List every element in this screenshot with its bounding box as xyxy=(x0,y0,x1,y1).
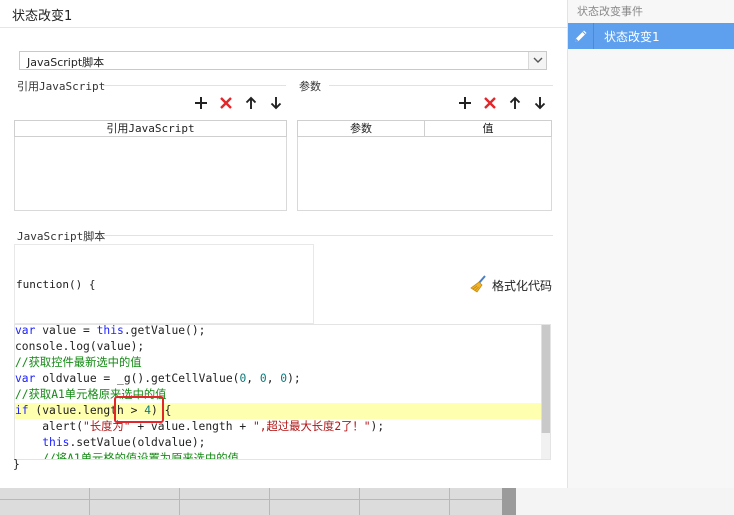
event-list-item-label: 状态改变1 xyxy=(604,30,660,44)
title-divider xyxy=(0,27,567,28)
ref-js-table-body[interactable] xyxy=(14,137,287,211)
script-type-select[interactable]: JavaScript脚本 xyxy=(19,51,547,70)
params-divider xyxy=(329,85,553,86)
code-line-comment: //将A1单元格的值设置为原来选中的值 xyxy=(15,452,239,460)
event-list-title: 状态改变事件 xyxy=(577,5,643,18)
code-line: var value = this.getValue(); xyxy=(15,324,206,337)
event-list-panel: 状态改变事件 状态改变1 xyxy=(567,0,734,488)
broom-icon xyxy=(470,275,488,296)
delete-x-icon xyxy=(219,96,233,113)
event-editor-panel: 状态改变1 JavaScript脚本 引用JavaScript 参数 引用Jav… xyxy=(0,0,567,488)
move-up-ref-js-button[interactable] xyxy=(241,94,261,114)
params-table-header: 参数 值 xyxy=(297,120,552,137)
code-line-comment: //获取控件最新选中的值 xyxy=(15,356,142,369)
arrow-down-icon xyxy=(270,96,282,113)
function-closing-brace: } xyxy=(13,458,20,471)
script-type-value: JavaScript脚本 xyxy=(27,56,105,69)
ref-js-table-header: 引用JavaScript xyxy=(14,120,287,137)
spreadsheet-grid-peek xyxy=(0,488,516,515)
code-line: var oldvalue = _g().getCellValue(0, 0, 0… xyxy=(15,372,301,385)
code-line-highlighted: if (value.length > 4) { xyxy=(15,403,541,419)
js-script-divider xyxy=(103,235,553,236)
event-list-item-selected[interactable]: 状态改变1 xyxy=(568,23,734,49)
editor-scrollbar-track[interactable] xyxy=(541,433,550,459)
format-code-button[interactable]: 格式化代码 xyxy=(470,275,552,296)
code-line: this.setValue(oldvalue); xyxy=(42,436,206,449)
chevron-down-icon[interactable] xyxy=(528,52,546,69)
param-name-column-header[interactable]: 参数 xyxy=(298,121,425,136)
code-line: alert("长度为" + value.length + ",超过最大长度2了！… xyxy=(15,420,385,433)
add-ref-js-button[interactable] xyxy=(191,94,211,114)
code-editor[interactable]: var value = this.getValue(); console.log… xyxy=(14,324,551,460)
plus-icon xyxy=(194,96,208,113)
panel-title: 状态改变1 xyxy=(12,9,73,24)
arrow-up-icon xyxy=(245,96,257,113)
delete-param-button[interactable] xyxy=(480,94,500,114)
move-down-ref-js-button[interactable] xyxy=(266,94,286,114)
grid-dark-column xyxy=(502,488,516,515)
delete-x-icon xyxy=(483,96,497,113)
ref-js-divider xyxy=(103,85,286,86)
pencil-icon[interactable] xyxy=(568,23,594,49)
ref-js-label: 引用JavaScript xyxy=(17,80,106,93)
move-up-param-button[interactable] xyxy=(505,94,525,114)
move-down-param-button[interactable] xyxy=(530,94,550,114)
add-param-button[interactable] xyxy=(455,94,475,114)
plus-icon xyxy=(458,96,472,113)
annotation-highlight-box xyxy=(114,396,164,423)
delete-ref-js-button[interactable] xyxy=(216,94,236,114)
arrow-down-icon xyxy=(534,96,546,113)
arrow-up-icon xyxy=(509,96,521,113)
code-line: console.log(value); xyxy=(15,340,145,353)
function-header: function() { xyxy=(16,278,96,291)
param-value-column-header[interactable]: 值 xyxy=(425,121,551,136)
format-code-label: 格式化代码 xyxy=(492,279,553,293)
code-line-comment: //获取A1单元格原来选中的值 xyxy=(15,388,167,401)
js-script-label: JavaScript脚本 xyxy=(17,230,106,243)
ref-js-column-header[interactable]: 引用JavaScript xyxy=(15,121,286,136)
function-header-box: function() { xyxy=(14,244,314,324)
params-table-body[interactable] xyxy=(297,137,552,211)
editor-scrollbar-thumb[interactable] xyxy=(541,325,550,433)
params-label: 参数 xyxy=(299,80,321,93)
